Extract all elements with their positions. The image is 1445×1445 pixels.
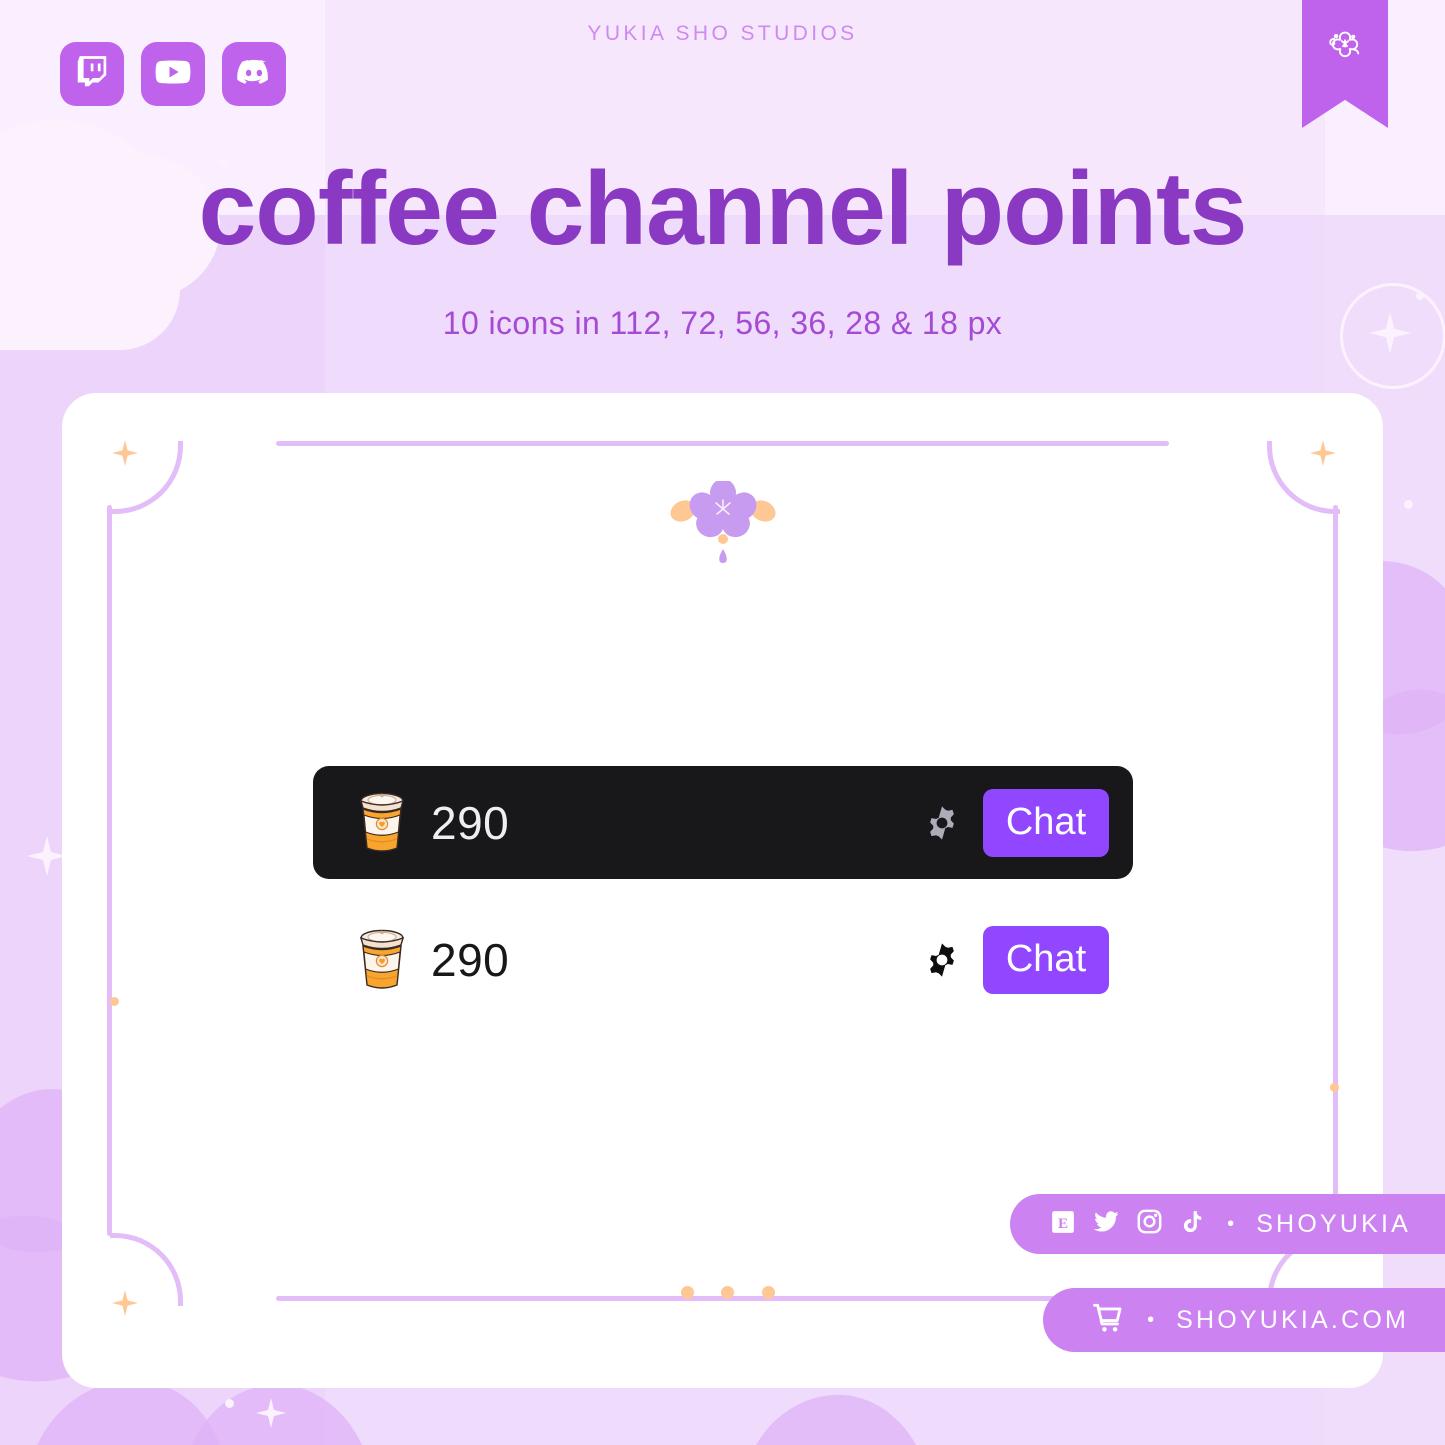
dot-decoration (1330, 1083, 1339, 1092)
twitch-bar-light: 290 Chat (313, 903, 1133, 1016)
points-group-light: 290 (313, 925, 509, 995)
pill-separator: • (1227, 1213, 1235, 1235)
discord-button[interactable] (222, 42, 286, 106)
dot-decoration (225, 1399, 234, 1408)
dot-decoration (721, 1286, 734, 1299)
bar-actions-light: Chat (923, 925, 1133, 994)
points-group-dark: 290 (313, 788, 509, 858)
sakura-flower-icon (1320, 0, 1370, 75)
dot-decoration (1404, 500, 1413, 509)
tiktok-icon (1179, 1209, 1205, 1240)
twitter-icon (1092, 1208, 1120, 1241)
dot-decoration (1416, 292, 1424, 300)
twitch-bar-dark: 290 Chat (313, 766, 1133, 879)
points-count: 290 (431, 933, 510, 986)
instagram-icon (1136, 1208, 1163, 1240)
social-handle-pill[interactable]: E • SHOYUKIA (1010, 1194, 1445, 1254)
shop-url-pill[interactable]: • SHOYUKIA.COM (1043, 1288, 1445, 1352)
discord-icon (235, 53, 273, 96)
svg-text:E: E (1058, 1214, 1068, 1231)
poster-canvas: YUKIA SHO STUDIOS coffee channel points … (0, 0, 1445, 1445)
gear-icon[interactable] (923, 804, 961, 842)
page-title: coffee channel points (198, 151, 1247, 267)
social-icon-group (60, 42, 286, 106)
points-count: 290 (431, 796, 510, 849)
youtube-button[interactable] (141, 42, 205, 106)
dot-decoration (681, 1286, 694, 1299)
twitch-button[interactable] (60, 42, 124, 106)
sakura-ornament (663, 479, 783, 571)
coffee-cup-icon (353, 788, 411, 858)
bar-actions-dark: Chat (923, 788, 1133, 857)
gear-icon[interactable] (923, 941, 961, 979)
coffee-cup-icon (353, 925, 411, 995)
chat-button[interactable]: Chat (983, 925, 1109, 994)
dot-decoration (762, 1286, 775, 1299)
youtube-icon (154, 53, 192, 96)
social-handle-text: SHOYUKIA (1256, 1209, 1411, 1238)
page-subtitle: 10 icons in 112, 72, 56, 36, 28 & 18 px (442, 305, 1003, 341)
pill-separator: • (1147, 1309, 1155, 1331)
brand-line: YUKIA SHO STUDIOS (587, 22, 858, 45)
shopping-cart-icon (1091, 1301, 1125, 1340)
twitch-icon (73, 53, 111, 96)
social-pill-icons: E (1050, 1208, 1205, 1241)
dot-decoration (110, 997, 119, 1006)
etsy-icon: E (1050, 1209, 1076, 1240)
chat-button[interactable]: Chat (983, 788, 1109, 857)
shop-url-text: SHOYUKIA.COM (1176, 1305, 1409, 1334)
